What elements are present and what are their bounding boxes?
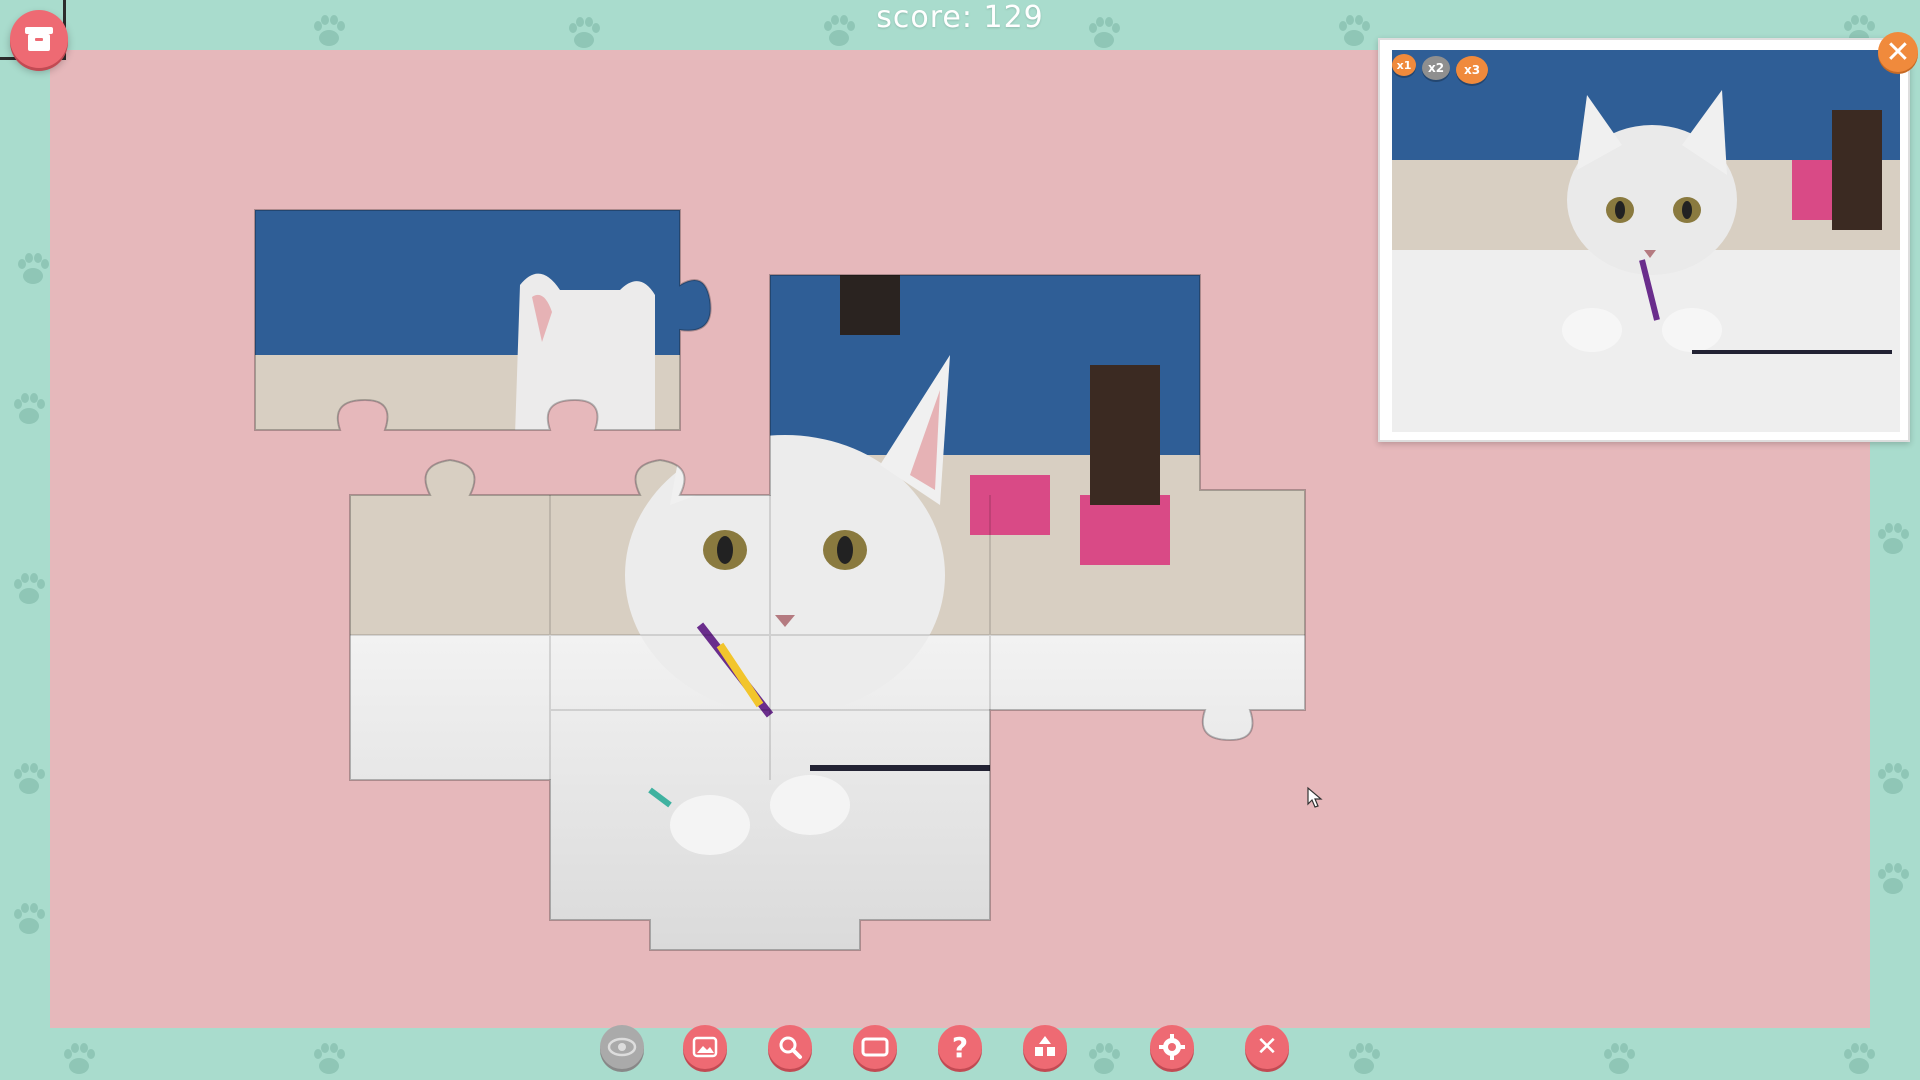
settings-button[interactable] xyxy=(1150,1025,1194,1069)
preview-image xyxy=(1392,50,1900,432)
puzzle-assembly[interactable] xyxy=(250,205,1310,1005)
gear-icon xyxy=(1159,1034,1185,1060)
bottom-toolbar: ? ✕ xyxy=(0,1025,1920,1075)
puzzle-piece-top-left[interactable] xyxy=(250,205,720,435)
kitten-preview-art xyxy=(1392,50,1900,432)
box-icon xyxy=(25,27,53,51)
box-button[interactable] xyxy=(10,10,68,68)
fullscreen-button[interactable] xyxy=(853,1025,897,1069)
score-display: score: 129 xyxy=(876,0,1044,35)
quit-button[interactable]: ✕ xyxy=(1245,1025,1289,1069)
close-preview-button[interactable]: ✕ xyxy=(1878,32,1918,72)
mouse-cursor-icon xyxy=(1307,786,1323,808)
eye-button[interactable] xyxy=(600,1025,644,1069)
zoom-button[interactable] xyxy=(768,1025,812,1069)
puzzle-pieces[interactable] xyxy=(250,205,1310,1005)
fullscreen-icon xyxy=(861,1037,889,1057)
help-button[interactable]: ? xyxy=(938,1025,982,1069)
speed-x1-badge[interactable]: x1 xyxy=(1392,54,1416,76)
preview-window[interactable] xyxy=(1378,38,1910,442)
speed-x3-badge[interactable]: x3 xyxy=(1456,56,1488,84)
speed-x2-badge[interactable]: x2 xyxy=(1422,56,1450,80)
magnifier-icon xyxy=(779,1036,802,1059)
eye-icon xyxy=(607,1037,637,1057)
image-button[interactable] xyxy=(683,1025,727,1069)
help-icon: ? xyxy=(951,1030,969,1064)
close-icon: ✕ xyxy=(1885,34,1911,70)
image-icon xyxy=(692,1036,718,1058)
shapes-button[interactable] xyxy=(1023,1025,1067,1069)
shapes-icon xyxy=(1035,1036,1055,1056)
menu-box-button-wrap[interactable] xyxy=(0,0,68,68)
close-icon: ✕ xyxy=(1256,1032,1278,1062)
